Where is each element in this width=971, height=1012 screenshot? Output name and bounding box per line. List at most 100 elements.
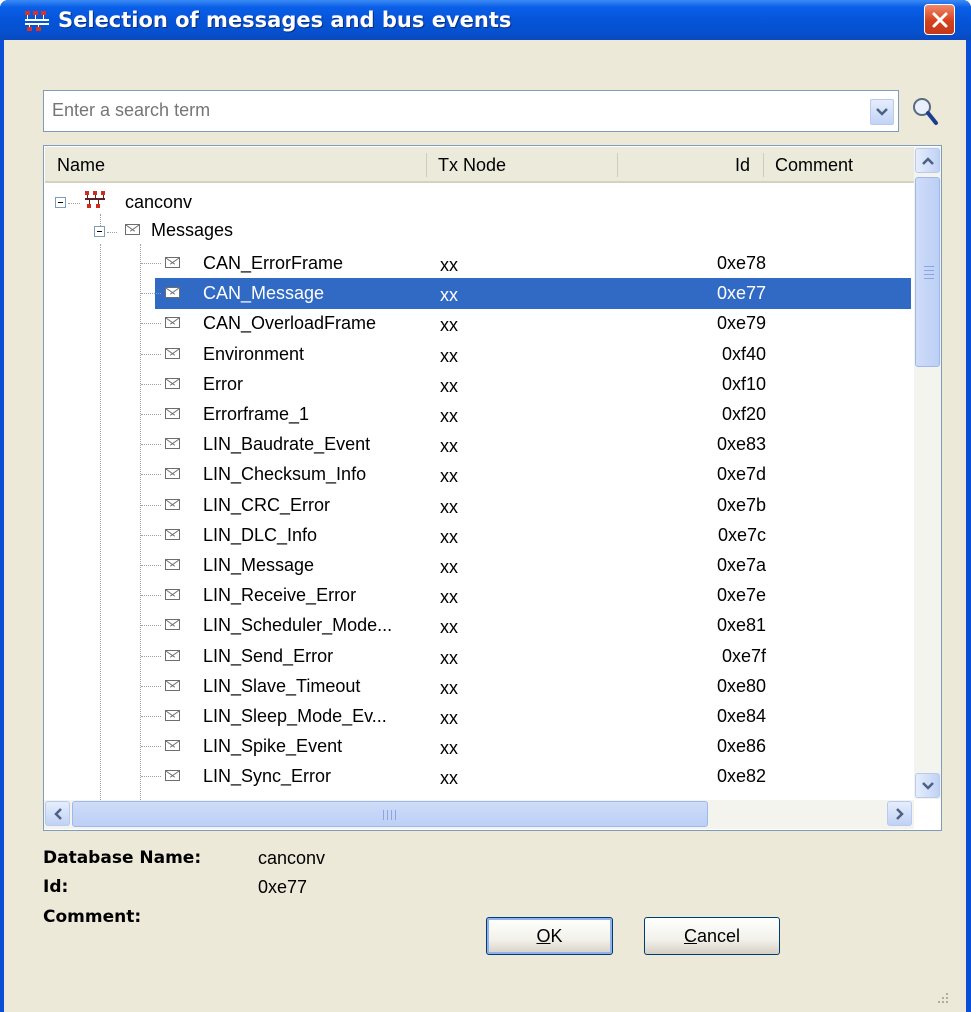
column-divider[interactable] bbox=[763, 153, 764, 177]
message-name[interactable]: LIN_Send_Error bbox=[203, 646, 333, 667]
message-tx-node: xx bbox=[440, 678, 458, 698]
message-name[interactable]: LIN_Checksum_Info bbox=[203, 464, 366, 485]
id-label: Id: bbox=[43, 877, 69, 897]
tree-connector bbox=[141, 595, 161, 596]
message-name[interactable]: CAN_OverloadFrame bbox=[203, 313, 376, 334]
envelope-icon bbox=[165, 438, 180, 449]
search-box[interactable] bbox=[43, 90, 899, 132]
envelope-icon bbox=[165, 317, 180, 328]
tree-connector bbox=[141, 505, 161, 506]
column-divider[interactable] bbox=[426, 153, 427, 177]
message-name[interactable]: LIN_Baudrate_Event bbox=[203, 434, 370, 455]
vertical-scrollbar[interactable] bbox=[914, 147, 941, 799]
message-id: 0xe7f bbox=[721, 646, 766, 666]
message-tx-node: xx bbox=[440, 497, 458, 517]
message-id: 0xe82 bbox=[716, 766, 766, 786]
cancel-button-label: Cancel bbox=[683, 925, 741, 946]
column-divider[interactable] bbox=[617, 153, 618, 177]
message-name[interactable]: LIN_DLC_Info bbox=[203, 525, 317, 546]
message-id: 0xe80 bbox=[716, 676, 766, 696]
message-name[interactable]: LIN_Scheduler_Mode... bbox=[203, 615, 392, 636]
scroll-up-button[interactable] bbox=[915, 148, 940, 173]
tree-connector bbox=[141, 776, 161, 777]
tree-connector bbox=[141, 414, 161, 415]
message-name[interactable]: Environment bbox=[203, 344, 304, 365]
database-name-label: Database Name: bbox=[43, 848, 202, 868]
message-id: 0xe81 bbox=[716, 615, 766, 635]
collapse-toggle[interactable] bbox=[55, 197, 66, 208]
envelope-icon bbox=[165, 559, 180, 570]
message-name[interactable]: LIN_Sleep_Mode_Ev... bbox=[203, 706, 387, 727]
message-name[interactable]: Error bbox=[203, 374, 243, 395]
scroll-left-button[interactable] bbox=[45, 801, 70, 826]
message-id: 0xe7b bbox=[716, 495, 766, 515]
tree-connector bbox=[141, 716, 161, 717]
message-tx-node: xx bbox=[440, 648, 458, 668]
message-id: 0xe78 bbox=[716, 253, 766, 273]
tree-root-label[interactable]: canconv bbox=[125, 192, 192, 213]
ok-button[interactable]: OK bbox=[486, 917, 613, 955]
message-tx-node: xx bbox=[440, 285, 458, 305]
message-name[interactable]: CAN_Message bbox=[203, 283, 324, 304]
envelope-icon bbox=[165, 408, 180, 419]
column-header-id[interactable]: Id bbox=[735, 155, 750, 176]
list-header: Name Tx Node Id Comment bbox=[45, 147, 914, 183]
message-name[interactable]: LIN_Message bbox=[203, 555, 314, 576]
envelope-icon bbox=[165, 348, 180, 359]
scroll-down-button[interactable] bbox=[915, 773, 940, 798]
message-id: 0xe79 bbox=[716, 313, 766, 333]
message-tree-list[interactable]: Name Tx Node Id Comment bbox=[43, 145, 942, 831]
search-input[interactable] bbox=[52, 100, 852, 121]
ok-button-label: OK bbox=[536, 925, 563, 946]
envelope-icon bbox=[165, 710, 180, 721]
column-header-tx-node[interactable]: Tx Node bbox=[438, 155, 506, 176]
collapse-toggle[interactable] bbox=[94, 226, 105, 237]
message-tx-node: xx bbox=[440, 255, 458, 275]
message-name[interactable]: Errorframe_1 bbox=[203, 404, 309, 425]
cancel-button[interactable]: Cancel bbox=[644, 917, 780, 955]
message-id: 0xe7d bbox=[716, 464, 766, 484]
message-tx-node: xx bbox=[440, 708, 458, 728]
horizontal-scroll-thumb[interactable] bbox=[72, 801, 708, 827]
envelope-icon bbox=[165, 589, 180, 600]
column-header-name[interactable]: Name bbox=[57, 155, 105, 176]
tree-connector bbox=[141, 746, 161, 747]
network-database-icon bbox=[85, 191, 105, 208]
message-id: 0xe7e bbox=[716, 585, 766, 605]
resize-grip-icon[interactable] bbox=[930, 985, 952, 1007]
message-tx-node: xx bbox=[440, 315, 458, 335]
chevron-down-icon bbox=[921, 781, 934, 790]
envelope-icon bbox=[165, 770, 180, 781]
message-tx-node: xx bbox=[440, 406, 458, 426]
envelope-icon bbox=[165, 619, 180, 630]
envelope-icon bbox=[165, 468, 180, 479]
message-id: 0xf40 bbox=[721, 344, 766, 364]
search-dropdown-button[interactable] bbox=[870, 99, 894, 125]
message-name[interactable]: LIN_Slave_Timeout bbox=[203, 676, 360, 697]
chevron-left-icon bbox=[53, 807, 62, 820]
message-name[interactable]: LIN_CRC_Error bbox=[203, 495, 330, 516]
message-id: 0xe7a bbox=[716, 555, 766, 575]
message-name[interactable]: LIN_Receive_Error bbox=[203, 585, 356, 606]
tree-connector bbox=[141, 263, 161, 264]
title-bar[interactable]: Selection of messages and bus events bbox=[0, 0, 971, 40]
message-name[interactable]: LIN_Spike_Event bbox=[203, 736, 342, 757]
horizontal-scrollbar[interactable] bbox=[44, 800, 914, 829]
scroll-right-button[interactable] bbox=[887, 801, 912, 826]
id-value: 0xe77 bbox=[258, 877, 308, 897]
envelope-icon bbox=[165, 378, 180, 389]
message-name[interactable]: LIN_Sync_Error bbox=[203, 766, 331, 787]
message-id: 0xe84 bbox=[716, 706, 766, 726]
message-tx-node: xx bbox=[440, 466, 458, 486]
search-icon[interactable] bbox=[910, 95, 940, 127]
close-button[interactable] bbox=[924, 4, 955, 35]
column-header-comment[interactable]: Comment bbox=[775, 155, 853, 176]
message-tx-node: xx bbox=[440, 587, 458, 607]
window-title: Selection of messages and bus events bbox=[58, 8, 512, 32]
message-name[interactable]: CAN_ErrorFrame bbox=[203, 253, 343, 274]
chevron-down-icon bbox=[876, 108, 888, 116]
envelope-icon bbox=[165, 529, 180, 540]
tree-connector bbox=[141, 444, 161, 445]
vertical-scroll-thumb[interactable] bbox=[915, 177, 940, 367]
tree-group-label[interactable]: Messages bbox=[151, 220, 233, 241]
